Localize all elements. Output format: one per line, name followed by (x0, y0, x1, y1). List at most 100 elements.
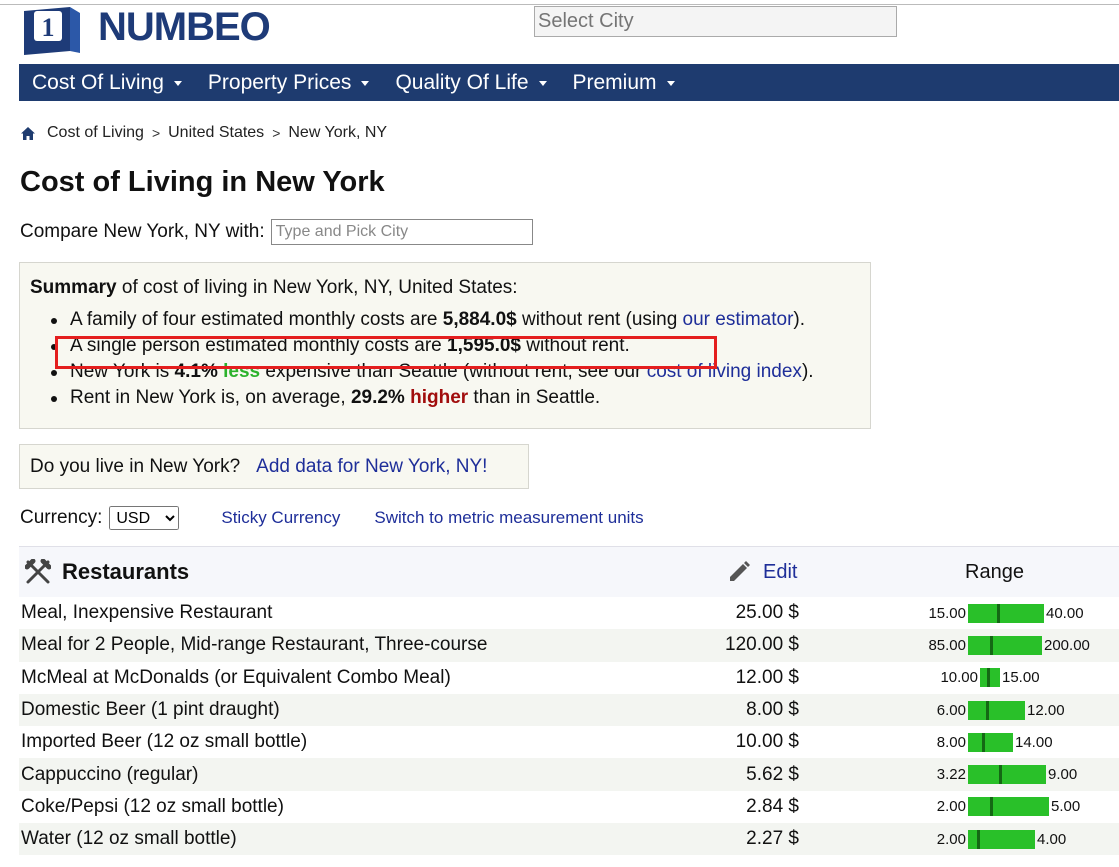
pencil-icon (730, 561, 750, 581)
nav-property-prices[interactable]: Property Prices (195, 64, 383, 101)
compare-label: Compare New York, NY with: (20, 221, 265, 242)
table-row: Imported Beer (12 oz small bottle) 10.00 … (19, 726, 1119, 758)
text: without rent (using (516, 309, 683, 330)
category-title: Restaurants (19, 559, 189, 585)
value-marker (990, 797, 993, 817)
numbeo-logo-icon: 1 (24, 7, 80, 55)
table-row: Coke/Pepsi (12 oz small bottle) 2.84 $ 2.0… (19, 791, 1119, 823)
text: Rent in New York is, on average, (70, 387, 351, 408)
value-marker (990, 635, 993, 655)
table-row: Cappuccino (regular) 5.62 $ 3.22 9.00 (19, 758, 1119, 791)
range-max: 15.00 (1002, 669, 1040, 687)
numbeo-logo[interactable]: 1 NUMBEO (22, 4, 271, 56)
text: ). (793, 309, 806, 330)
item-price: 2.84 $ (746, 795, 799, 817)
select-city-input[interactable] (534, 6, 897, 37)
value-marker (987, 668, 990, 688)
estimator-link[interactable]: our estimator (683, 309, 794, 330)
text: expensive than Seattle (without rent, se… (260, 361, 647, 382)
summary-family: A family of four estimated monthly costs… (51, 307, 860, 333)
restaurants-title: Restaurants (62, 559, 190, 584)
nav-premium[interactable]: Premium (560, 64, 688, 101)
nav-quality-of-life[interactable]: Quality Of Life (382, 64, 559, 101)
edit-button[interactable]: Edit (727, 560, 797, 584)
item-name: Cappuccino (regular) (21, 763, 199, 785)
breadcrumb-new-york: New York, NY (288, 124, 388, 141)
single-cost: 1,595.0$ (447, 335, 521, 356)
range-bar (968, 797, 1049, 817)
item-price: 120.00 $ (725, 634, 799, 656)
value-marker (986, 700, 989, 720)
page-title: Cost of Living in New York (20, 166, 385, 198)
item-price: 8.00 $ (746, 699, 799, 721)
item-price: 12.00 $ (735, 666, 799, 688)
nav-label: Quality Of Life (395, 70, 529, 94)
value-marker (999, 765, 1002, 785)
table-row: Water (12 oz small bottle) 2.27 $ 2.00 4.00 (19, 823, 1119, 856)
currency-label: Currency: (20, 507, 103, 528)
main-nav: Cost Of Living Property Prices Quality O… (19, 64, 1119, 101)
range-max: 200.00 (1044, 636, 1090, 654)
range-max: 14.00 (1015, 733, 1053, 751)
sticky-currency-link[interactable]: Sticky Currency (221, 508, 340, 528)
summary-lead: of cost of living in New York, NY, Unite… (116, 277, 518, 298)
table-row: Meal, Inexpensive Restaurant 25.00 $ 15.00… (19, 597, 1119, 629)
item-name: Coke/Pepsi (12 oz small bottle) (21, 795, 284, 817)
restaurants-rows: Meal, Inexpensive Restaurant 25.00 $ 15.00… (19, 597, 1119, 856)
caret-down-icon (173, 81, 182, 86)
table-row: Meal for 2 People, Mid-range Restaurant,… (19, 629, 1119, 662)
range-min: 10.00 (940, 669, 978, 687)
summary-rent: Rent in New York is, on average, 29.2% h… (51, 385, 860, 411)
item-name: McMeal at McDonalds (or Equivalent Combo… (21, 666, 451, 688)
range-bar (980, 668, 1000, 688)
nav-cost-of-living[interactable]: Cost Of Living (19, 64, 195, 101)
range-bar (968, 635, 1042, 655)
compare-row: Compare New York, NY with: (20, 219, 533, 245)
breadcrumb-separator: > (151, 125, 161, 141)
range-max: 40.00 (1046, 604, 1084, 622)
text: A family of four estimated monthly costs… (70, 309, 443, 330)
live-box: Do you live in New York? Add data for Ne… (19, 444, 529, 489)
breadcrumb-cost-of-living[interactable]: Cost of Living (47, 124, 144, 142)
edit-label: Edit (763, 560, 798, 583)
range-min: 15.00 (928, 604, 966, 622)
compare-city-input[interactable] (270, 219, 533, 245)
metric-units-link[interactable]: Switch to metric measurement units (374, 508, 643, 528)
range-min: 3.22 (936, 766, 966, 784)
text: than in Seattle. (468, 387, 601, 408)
live-question: Do you live in New York? (30, 455, 241, 477)
higher-word: higher (410, 387, 469, 408)
breadcrumb-separator: > (272, 125, 281, 141)
range-max: 4.00 (1037, 830, 1067, 848)
range-bar (968, 700, 1025, 720)
range-bar (968, 732, 1013, 752)
logo-text: NUMBEO (98, 4, 271, 49)
range-max: 9.00 (1048, 766, 1078, 784)
range-min: 2.00 (936, 798, 966, 816)
currency-select[interactable]: USD (109, 506, 180, 530)
range-min: 2.00 (936, 830, 966, 848)
breadcrumb: Cost of Living > United States > New Yor… (20, 122, 387, 144)
caret-down-icon (538, 81, 547, 86)
breadcrumb-united-states[interactable]: United States (168, 124, 264, 142)
less-word: less (223, 361, 261, 382)
item-name: Domestic Beer (1 pint draught) (21, 699, 280, 721)
home-icon[interactable] (20, 126, 36, 141)
range-header: Range (965, 560, 1024, 583)
nav-label: Premium (572, 70, 657, 94)
caret-down-icon (361, 81, 370, 86)
item-price: 25.00 $ (735, 602, 799, 624)
restaurants-table: Restaurants Edit Range Meal, Inexpensive… (19, 546, 1119, 856)
summary-bold: Summary (30, 277, 117, 298)
nav-label: Cost Of Living (32, 70, 164, 94)
family-cost: 5,884.0$ (442, 309, 517, 330)
item-name: Water (12 oz small bottle) (21, 828, 237, 850)
cost-of-living-index-link[interactable]: cost of living index (647, 361, 802, 382)
summary-heading: Summary of cost of living in New York, N… (30, 277, 860, 299)
summary-box: Summary of cost of living in New York, N… (19, 262, 871, 429)
range-bar (968, 765, 1046, 785)
range-bar (968, 603, 1044, 623)
summary-single: A single person estimated monthly costs … (51, 333, 860, 359)
text: ). (801, 361, 814, 382)
add-data-link[interactable]: Add data for New York, NY! (256, 456, 487, 478)
